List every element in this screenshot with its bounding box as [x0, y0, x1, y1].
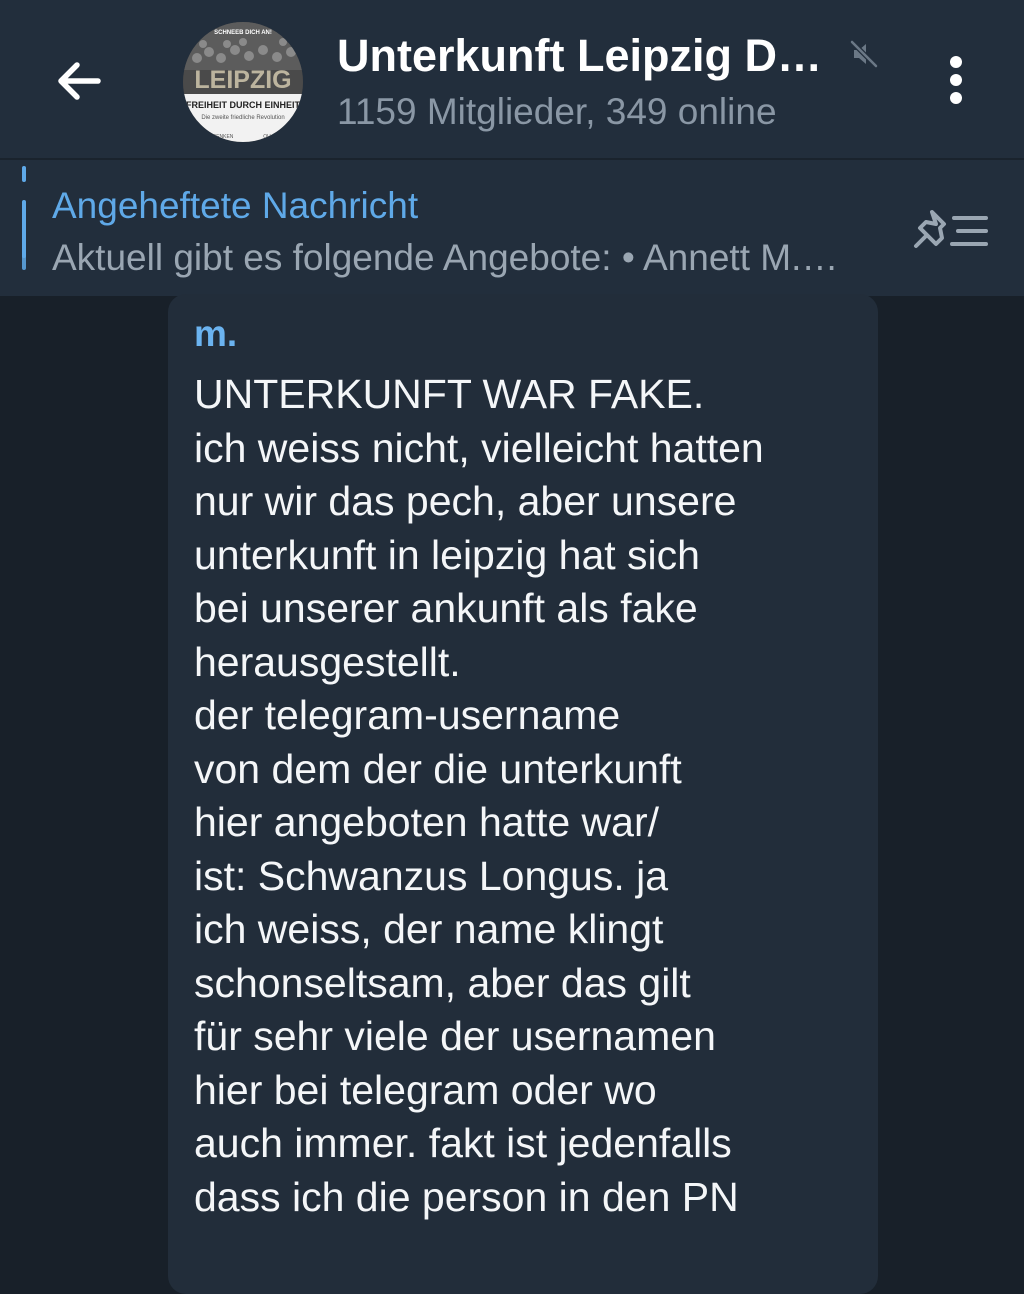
back-button[interactable]: [50, 52, 108, 110]
avatar-top-text: SCHNEEB DICH AN!: [214, 30, 272, 36]
pinned-preview: Aktuell gibt es folgende Angebote: • Ann…: [52, 237, 839, 278]
message-line: herausgestellt.: [194, 638, 461, 685]
pinned-indicator-bottom: [22, 248, 26, 270]
message-sender-name[interactable]: m.: [194, 312, 237, 356]
more-vert-icon: [950, 56, 962, 104]
chat-title[interactable]: Unterkunft Leipzig D…: [337, 28, 837, 84]
message-line: ist: Schwanzus Longus. ja: [194, 852, 669, 899]
muted-speaker-icon: [850, 40, 878, 68]
message-line: hier angeboten hatte war/: [194, 799, 659, 845]
group-avatar[interactable]: SCHNEEB DICH AN! LEIPZIG FREIHEIT DURCH …: [183, 22, 303, 142]
chat-header: SCHNEEB DICH AN! LEIPZIG FREIHEIT DURCH …: [0, 0, 1024, 158]
chat-subtitle: 1159 Mitglieder, 349 online: [337, 91, 777, 132]
message-line: ich weiss nicht, vielleicht hatten: [194, 424, 764, 471]
message-line: nur wir das pech, aber unsere: [194, 478, 737, 524]
pinned-list-button[interactable]: [910, 204, 994, 258]
pinned-message-bar[interactable]: Angeheftete Nachricht Aktuell gibt es fo…: [0, 160, 1024, 296]
message-line: ich weiss, der name klingt: [194, 906, 664, 952]
avatar-footer-left-text: DENKEN: [213, 134, 234, 140]
pinned-indicator-top: [22, 166, 26, 182]
message-line: der telegram-username: [194, 692, 621, 738]
message-line: hier bei telegram oder wo: [194, 1066, 657, 1113]
message-line: für sehr viele der usernamen: [194, 1013, 716, 1059]
avatar-footer-right-text: OU: [263, 134, 271, 140]
message-line: UNTERKUNFT WAR FAKE.: [194, 371, 705, 417]
avatar-city-text: LEIPZIG: [194, 66, 291, 94]
message-line: bei unserer ankunft als fake: [194, 585, 698, 631]
message-line: auch immer. fakt ist jedenfalls: [194, 1120, 732, 1166]
message-text: UNTERKUNFT WAR FAKE. ich weiss nicht, vi…: [194, 368, 874, 1224]
pinned-title: Angeheftete Nachricht: [52, 185, 419, 226]
pin-list-icon: [914, 210, 988, 248]
message-line: unterkunft in leipzig hat sich: [194, 531, 700, 578]
arrow-left-icon: [58, 62, 101, 100]
message-line: von dem der die unterkunft: [194, 745, 682, 792]
avatar-tagline-text: Die zweite friedliche Revolution: [201, 115, 284, 121]
message-line: dass ich die person in den PN: [194, 1173, 739, 1220]
avatar-slogan-text: FREIHEIT DURCH EINHEIT: [186, 100, 301, 110]
message-line: schonseltsam, aber das gilt: [194, 959, 691, 1006]
more-menu-button[interactable]: [930, 50, 982, 110]
